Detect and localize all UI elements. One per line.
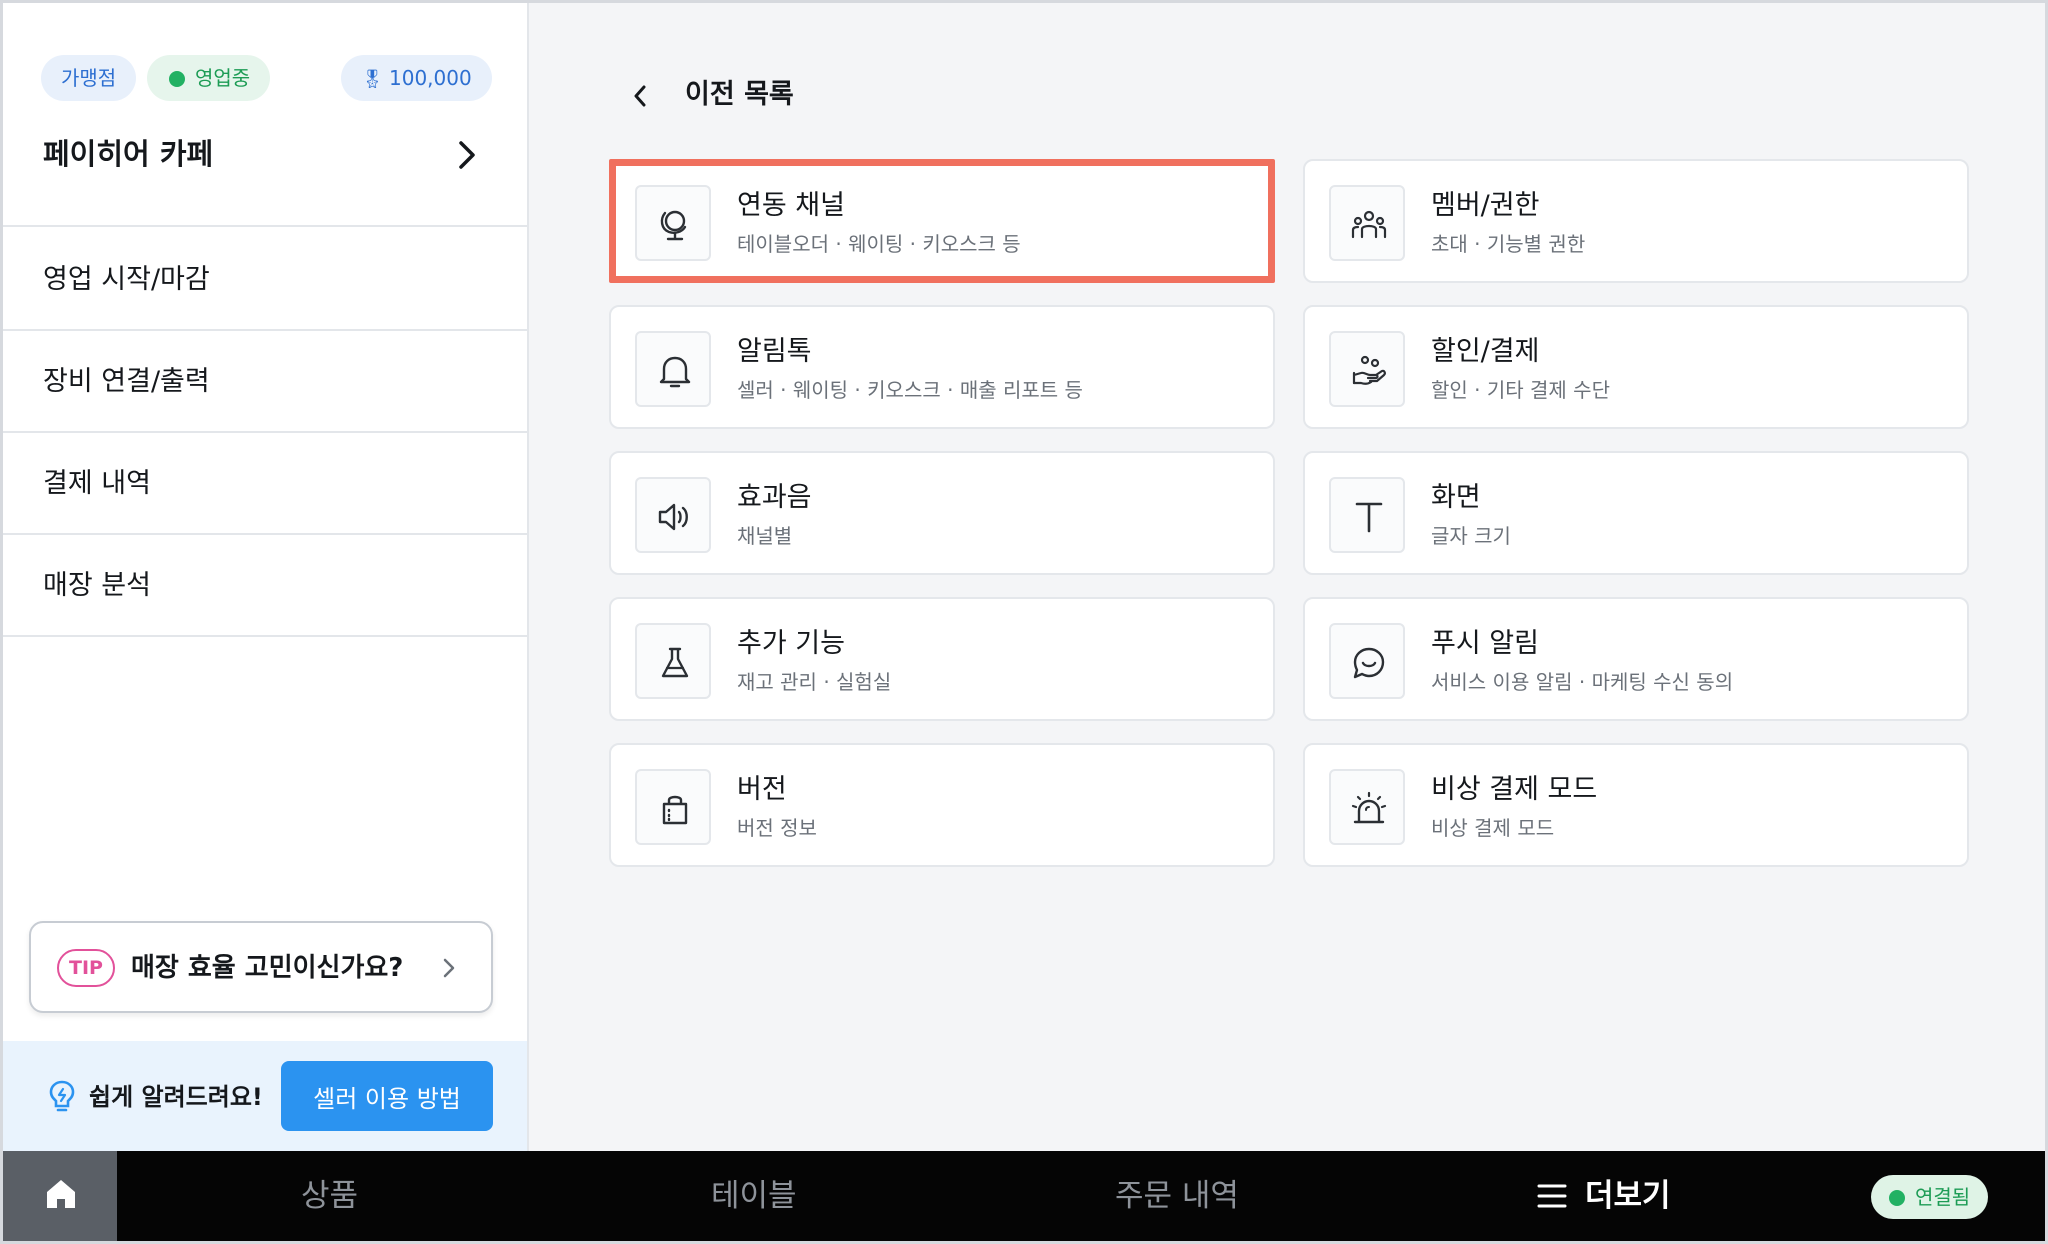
card-title: 멤버/권한: [1431, 190, 1540, 221]
card-subtitle: 채널별: [737, 524, 793, 548]
sidebar-item-payment-history[interactable]: 결제 내역: [3, 433, 527, 535]
icon-box: [635, 185, 711, 261]
connection-status-label: 연결됨: [1915, 1185, 1971, 1209]
card-subtitle: 버전 정보: [737, 816, 817, 840]
sidebar-item-business-hours[interactable]: 영업 시작/마감: [3, 229, 527, 331]
siren-icon: [1351, 791, 1387, 824]
seller-guide-button[interactable]: 셀러 이용 방법: [281, 1061, 493, 1131]
card-subtitle: 비상 결제 모드: [1431, 816, 1555, 840]
bag-icon: [662, 795, 688, 825]
card-members[interactable]: 멤버/권한 초대 · 기능별 권한: [1303, 159, 1969, 283]
tab-order-history[interactable]: 주문 내역: [1115, 1151, 1239, 1241]
card-subtitle: 글자 크기: [1431, 524, 1511, 548]
card-linked-channels[interactable]: 연동 채널 테이블오더 · 웨이팅 · 키오스크 등: [609, 159, 1275, 283]
tip-text: 매장 효율 고민이신가요?: [131, 953, 404, 983]
menu-icon: [1537, 1184, 1567, 1208]
icon-box: [1329, 623, 1405, 699]
tab-home[interactable]: [3, 1151, 117, 1241]
globe-icon: [660, 210, 687, 241]
card-subtitle: 서비스 이용 알림 · 마케팅 수신 동의: [1431, 670, 1734, 694]
card-title: 효과음: [737, 482, 812, 513]
card-title: 버전: [737, 774, 787, 805]
icon-box: [635, 623, 711, 699]
card-title: 화면: [1431, 482, 1481, 513]
status-dot-icon: [1889, 1190, 1905, 1206]
lightbulb-icon: [49, 1080, 75, 1112]
chevron-left-icon: [634, 85, 646, 107]
flask-icon: [661, 647, 689, 678]
icon-box: [1329, 331, 1405, 407]
status-dot-icon: [169, 71, 185, 87]
chat-smile-icon: [1353, 647, 1385, 679]
points-badge: 🎖 100,000: [341, 55, 492, 101]
card-title: 연동 채널: [737, 190, 845, 221]
tab-more[interactable]: 더보기: [1537, 1151, 1671, 1241]
card-title: 비상 결제 모드: [1431, 774, 1598, 805]
home-icon: [47, 1180, 75, 1208]
franchise-badge: 가맹점: [41, 55, 137, 101]
card-emergency-payment[interactable]: 비상 결제 모드 비상 결제 모드: [1303, 743, 1969, 867]
tab-more-label: 더보기: [1585, 1178, 1671, 1214]
card-subtitle: 셀러 · 웨이팅 · 키오스크 · 매출 리포트 등: [737, 378, 1083, 402]
sidebar-item-store-analysis[interactable]: 매장 분석: [3, 535, 527, 637]
open-status-badge: 영업중: [147, 55, 271, 101]
card-subtitle: 초대 · 기능별 권한: [1431, 232, 1586, 256]
members-icon: [1351, 210, 1387, 239]
open-status-label: 영업중: [195, 66, 251, 90]
tab-products[interactable]: 상품: [301, 1151, 358, 1241]
tab-tables[interactable]: 테이블: [711, 1151, 797, 1241]
icon-box: [1329, 477, 1405, 553]
bottom-nav: 상품 테이블 주문 내역 더보기 연결됨: [3, 1151, 2045, 1241]
card-sound-effects[interactable]: 효과음 채널별: [609, 451, 1275, 575]
icon-box: [635, 331, 711, 407]
card-subtitle: 테이블오더 · 웨이팅 · 키오스크 등: [737, 232, 1021, 256]
card-display[interactable]: 화면 글자 크기: [1303, 451, 1969, 575]
connection-status-badge: 연결됨: [1871, 1175, 1989, 1219]
card-discount-payment[interactable]: 할인/결제 할인 · 기타 결제 수단: [1303, 305, 1969, 429]
hand-coins-icon: [1352, 355, 1386, 385]
icon-box: [635, 477, 711, 553]
icon-box: [1329, 185, 1405, 261]
card-push-notifications[interactable]: 푸시 알림 서비스 이용 알림 · 마케팅 수신 동의: [1303, 597, 1969, 721]
sidebar: 가맹점 영업중 🎖 100,000 페이히어 카페 영업 시작/마감 장비 연결/…: [3, 3, 529, 1151]
tip-pill: TIP: [57, 949, 115, 987]
icon-box: [635, 769, 711, 845]
card-extra-features[interactable]: 추가 기능 재고 관리 · 실험실: [609, 597, 1275, 721]
card-subtitle: 할인 · 기타 결제 수단: [1431, 378, 1610, 402]
chevron-right-icon: [443, 958, 455, 978]
speaker-icon: [658, 503, 688, 531]
card-title: 할인/결제: [1431, 336, 1540, 367]
medal-icon: 🎖: [361, 69, 384, 90]
card-title: 알림톡: [737, 336, 812, 367]
store-name: 페이히어 카페: [43, 137, 214, 171]
icon-box: [1329, 769, 1405, 845]
card-subtitle: 재고 관리 · 실험실: [737, 670, 892, 694]
store-header[interactable]: 가맹점 영업중 🎖 100,000 페이히어 카페: [3, 3, 527, 227]
card-version[interactable]: 버전 버전 정보: [609, 743, 1275, 867]
help-bar: 쉽게 알려드려요! 셀러 이용 방법: [3, 1041, 527, 1151]
card-alimtalk[interactable]: 알림톡 셀러 · 웨이팅 · 키오스크 · 매출 리포트 등: [609, 305, 1275, 429]
card-title: 추가 기능: [737, 628, 845, 659]
app-window: 가맹점 영업중 🎖 100,000 페이히어 카페 영업 시작/마감 장비 연결/…: [0, 0, 2048, 1244]
help-text: 쉽게 알려드려요!: [89, 1083, 263, 1111]
back-label: 이전 목록: [685, 79, 794, 110]
tip-banner[interactable]: TIP 매장 효율 고민이신가요?: [29, 921, 493, 1013]
points-value: 100,000: [389, 66, 472, 90]
chevron-right-icon[interactable]: [451, 135, 483, 175]
sidebar-item-device-connection[interactable]: 장비 연결/출력: [3, 331, 527, 433]
text-icon: [1355, 502, 1383, 533]
card-title: 푸시 알림: [1431, 628, 1539, 659]
bell-icon: [659, 356, 691, 388]
